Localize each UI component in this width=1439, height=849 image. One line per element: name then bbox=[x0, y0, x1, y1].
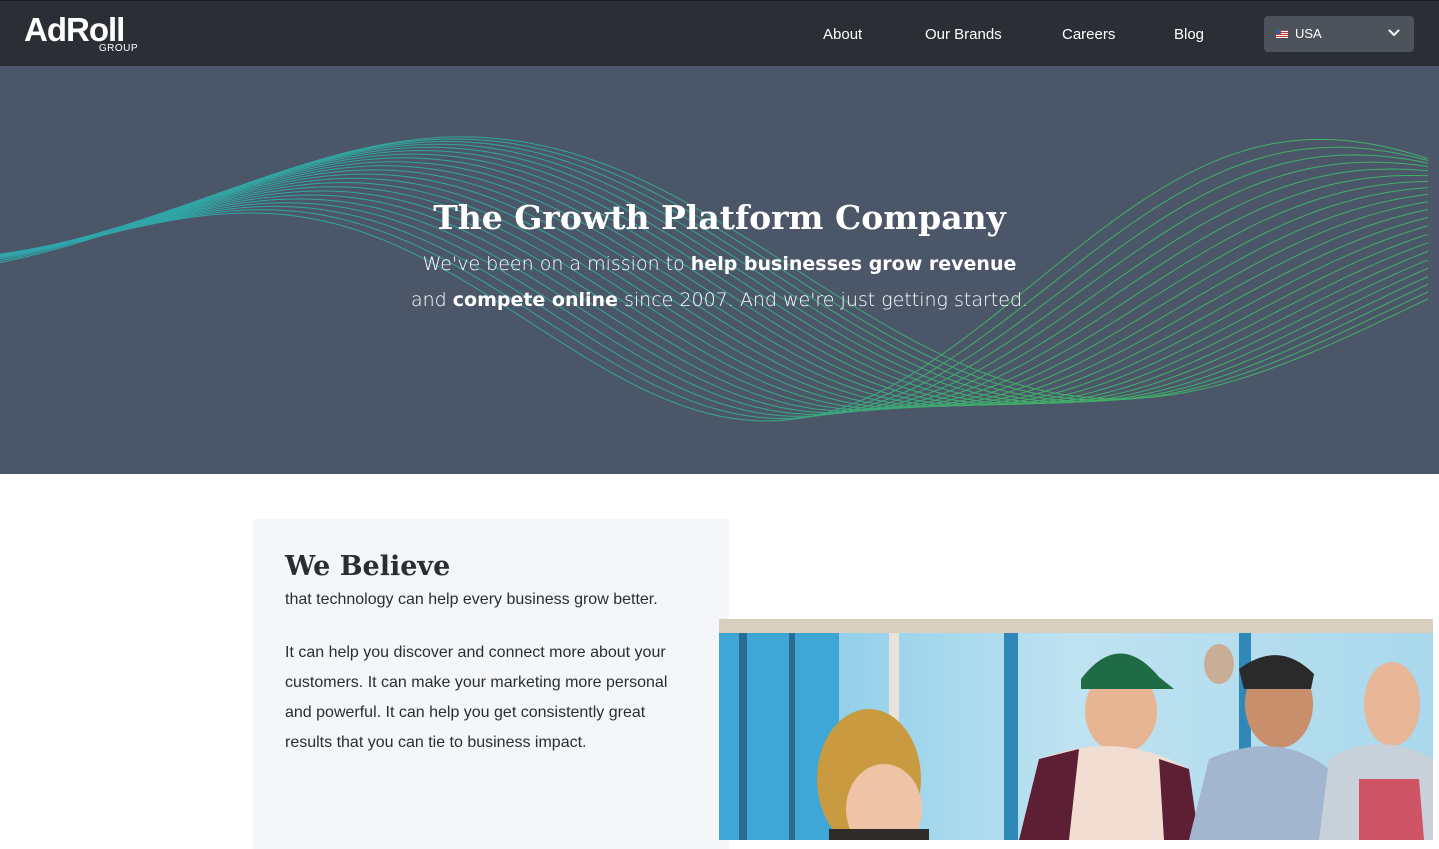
chevron-down-icon bbox=[1388, 29, 1400, 36]
we-believe-title: We Believe bbox=[285, 551, 451, 582]
hero-line2-tail: since 2007. And we're just getting start… bbox=[617, 289, 1029, 311]
country-select[interactable]: USA bbox=[1264, 16, 1414, 52]
logo-subtext: GROUP bbox=[98, 43, 138, 54]
hero-line1-text: We've been on a mission to bbox=[422, 253, 691, 275]
logo-wordmark: AdRoll bbox=[24, 11, 125, 48]
we-believe-body: It can help you discover and connect mor… bbox=[285, 644, 668, 751]
adroll-group-logo[interactable]: AdRoll GROUP bbox=[24, 13, 144, 57]
top-navigation: AdRoll GROUP About Our Brands Careers Bl… bbox=[0, 0, 1439, 66]
nav-link-about[interactable]: About bbox=[823, 25, 862, 45]
nav-link-our-brands[interactable]: Our Brands bbox=[925, 25, 1002, 45]
hero-line2-text: and bbox=[410, 289, 453, 311]
team-photo bbox=[719, 619, 1433, 840]
we-believe-card: We Believe that technology can help ever… bbox=[253, 519, 729, 849]
we-believe-subtitle: that technology can help every business … bbox=[285, 591, 658, 608]
country-selected-value: USA bbox=[1295, 26, 1322, 41]
nav-link-careers[interactable]: Careers bbox=[1062, 25, 1115, 45]
nav-link-blog[interactable]: Blog bbox=[1174, 25, 1204, 45]
hero-line2-emphasis: compete online bbox=[452, 289, 618, 311]
hero-description: We've been on a mission to help business… bbox=[0, 246, 1439, 318]
hero-title: The Growth Platform Company bbox=[433, 198, 1006, 237]
hero-section: The Growth Platform Company We've been o… bbox=[0, 66, 1439, 474]
us-flag-icon bbox=[1276, 30, 1288, 38]
hero-line1-emphasis: help businesses grow revenue bbox=[690, 253, 1017, 275]
